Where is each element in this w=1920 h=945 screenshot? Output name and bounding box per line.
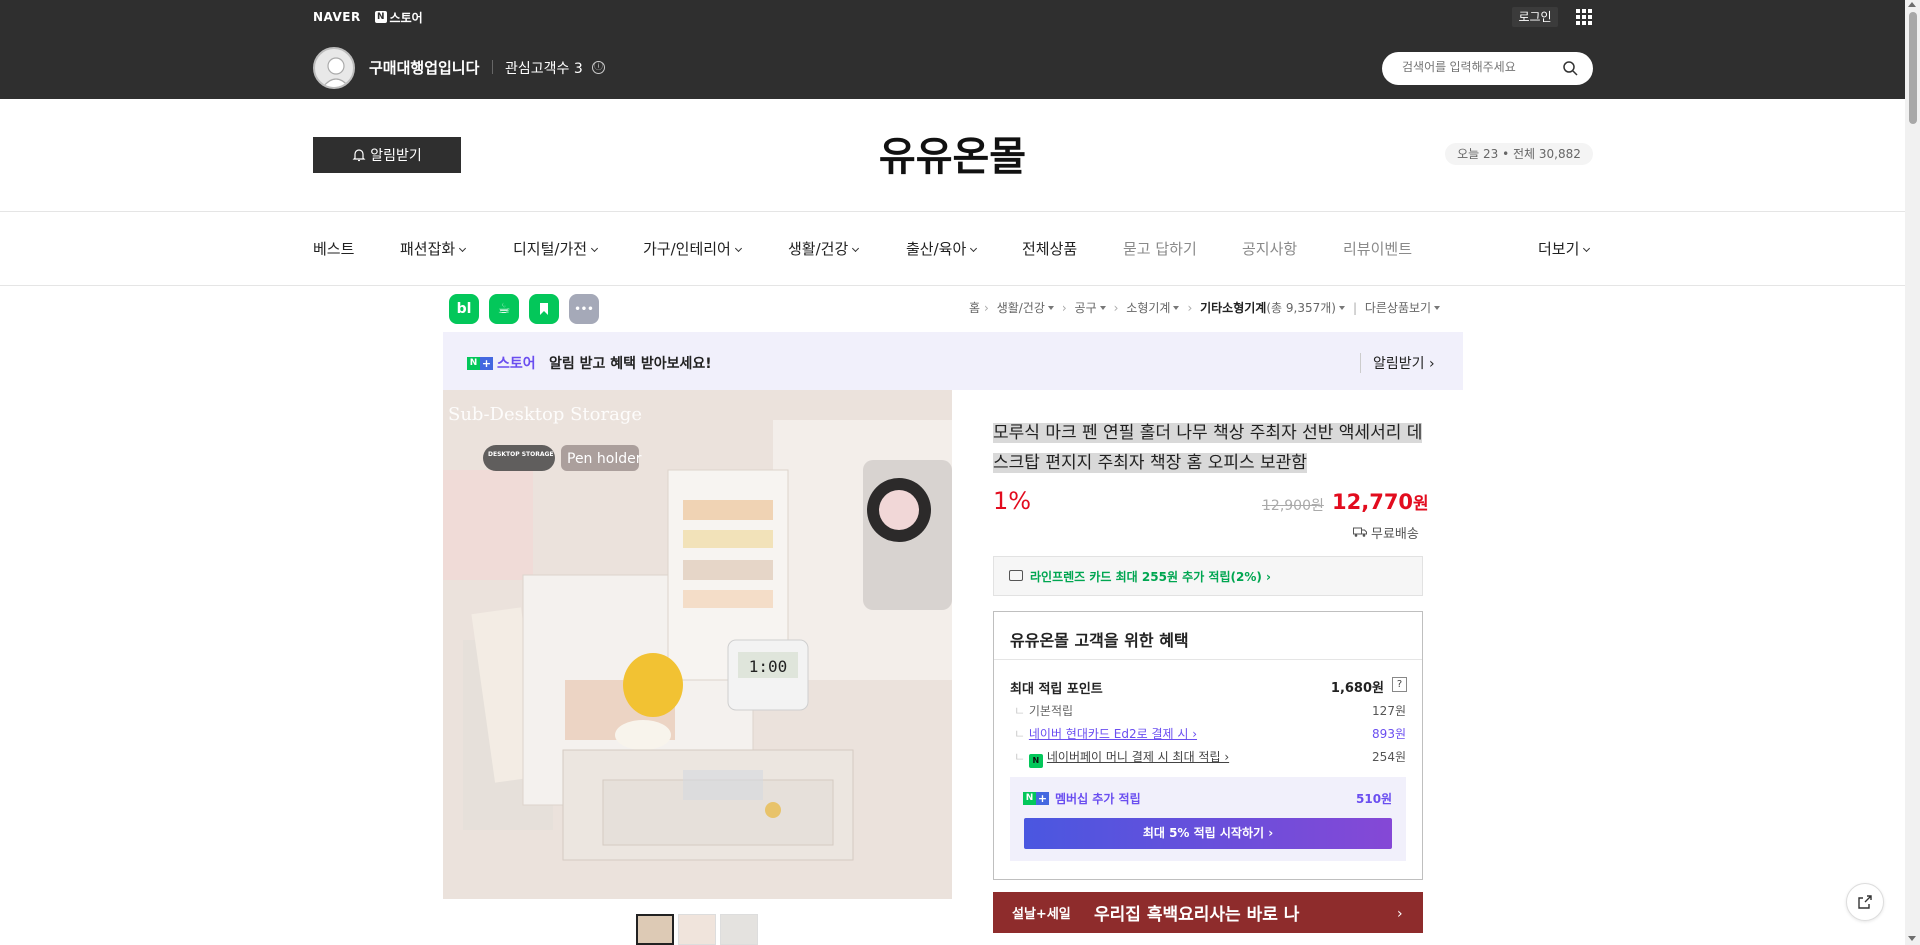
store-title[interactable]: 유유온몰 bbox=[0, 124, 1905, 182]
n-mark: N bbox=[1023, 792, 1036, 805]
membership-label: N + 멤버십 추가 적립 bbox=[1023, 790, 1141, 807]
breadcrumb: 홈 › 생활/건강 › 공구 › 소형기계 › 기타소형기계(총 9,357개) | 다른… bbox=[969, 299, 1444, 316]
nav-item-living[interactable]: 생활/건강 bbox=[788, 238, 860, 259]
card-icon bbox=[1009, 570, 1023, 581]
scrollbar-track[interactable] bbox=[1905, 0, 1920, 945]
scroll-down-icon[interactable] bbox=[1908, 936, 1916, 941]
more-options-icon[interactable]: ••• bbox=[569, 294, 599, 324]
breadcrumb-tools[interactable]: 공구 bbox=[1075, 301, 1097, 315]
search-input[interactable] bbox=[1402, 60, 1562, 74]
breadcrumb-living[interactable]: 생활/건강 bbox=[997, 301, 1045, 315]
nstore-label: 스토어 bbox=[389, 10, 423, 25]
max-points-label: 최대 적립 포인트 bbox=[1010, 682, 1103, 697]
nav-item-furniture[interactable]: 가구/인테리어 bbox=[643, 238, 742, 259]
blog-icon[interactable]: bl bbox=[449, 294, 479, 324]
login-button[interactable]: 로그인 bbox=[1512, 7, 1558, 27]
breadcrumb-other-products[interactable]: 다른상품보기 bbox=[1365, 301, 1431, 315]
breadcrumb-small-machines[interactable]: 소형기계 bbox=[1126, 301, 1170, 315]
shipping-info: 무료배송 bbox=[1353, 523, 1419, 542]
nav-item-qna[interactable]: 묻고 답하기 bbox=[1123, 238, 1197, 259]
nav-item-baby[interactable]: 출산/육아 bbox=[906, 238, 978, 259]
max-points-value: 1,680원 bbox=[1330, 681, 1384, 696]
naverpay-money-row[interactable]: ㄴ N 네이버페이 머니 결제 시 최대 적립 › bbox=[1014, 748, 1229, 768]
svg-text:Pen holder: Pen holder bbox=[567, 451, 642, 467]
nav-item-digital[interactable]: 디지털/가전 bbox=[513, 238, 599, 259]
breadcrumb-count: (총 9,357개) bbox=[1266, 301, 1336, 315]
benefit-title: 유유온몰 고객을 위한 혜택 bbox=[1010, 631, 1189, 650]
search-icon[interactable] bbox=[1562, 60, 1578, 76]
seller-avatar[interactable] bbox=[313, 47, 355, 89]
promo-store-label: 스토어 bbox=[497, 356, 536, 372]
thumbnail-strip bbox=[636, 914, 758, 945]
benefit-divider bbox=[994, 659, 1422, 660]
basic-points-value: 127원 bbox=[1372, 704, 1406, 718]
svg-text:1:00: 1:00 bbox=[749, 657, 788, 676]
breadcrumb-current[interactable]: 기타소형기계 bbox=[1200, 301, 1266, 315]
image-overlay-text: Sub-Desktop Storage bbox=[448, 404, 642, 425]
naverpay-money-value: 254원 bbox=[1372, 750, 1406, 764]
banner-chevron-icon: › bbox=[1397, 906, 1403, 922]
naver-logo[interactable]: NAVER bbox=[313, 10, 361, 24]
sale-price: 12,770원 bbox=[1332, 490, 1429, 514]
promo-alarm-link[interactable]: 알림받기 › bbox=[1360, 353, 1435, 373]
thumbnail-2[interactable] bbox=[678, 914, 716, 945]
npay-icon: N bbox=[1028, 754, 1043, 768]
promo-text: 알림 받고 혜택 받아보세요! bbox=[549, 356, 712, 372]
category-nav: 베스트 패션잡화 디지털/가전 가구/인테리어 생활/건강 출산/육아 전체상품… bbox=[313, 238, 1593, 258]
nav-item-notice[interactable]: 공지사항 bbox=[1242, 238, 1297, 259]
hyundai-card-row[interactable]: ㄴ 네이버 현대카드 Ed2로 결제 시 › bbox=[1014, 725, 1197, 742]
divider bbox=[492, 60, 493, 74]
banner-sale-label: 설날+세일 bbox=[1012, 907, 1071, 922]
nav-divider bbox=[0, 285, 1905, 286]
nav-item-fashion[interactable]: 패션잡화 bbox=[400, 238, 467, 259]
nav-item-best[interactable]: 베스트 bbox=[313, 238, 354, 259]
seller-name[interactable]: 구매대행업입니다 bbox=[369, 57, 479, 78]
nav-item-review-event[interactable]: 리뷰이벤트 bbox=[1343, 238, 1412, 259]
truck-icon bbox=[1353, 527, 1367, 537]
discount-rate: 1% bbox=[993, 487, 1032, 515]
basic-points-label: ㄴ 기본적립 bbox=[1014, 704, 1074, 718]
svg-text:DESKTOP STORAGE: DESKTOP STORAGE bbox=[488, 451, 554, 458]
apps-grid-icon[interactable] bbox=[1576, 9, 1592, 25]
thumbnail-3[interactable] bbox=[720, 914, 758, 945]
thumbnail-1[interactable] bbox=[636, 914, 674, 945]
visit-count-badge: 오늘 23 • 전체 30,882 bbox=[1445, 143, 1593, 165]
product-image[interactable]: 1:00 Sub-Desktop Storage DESKTOP STORAGE… bbox=[443, 390, 952, 899]
n-mark: N bbox=[467, 356, 480, 370]
nav-item-more[interactable]: 더보기 bbox=[1538, 238, 1591, 259]
scroll-up-icon[interactable] bbox=[1908, 2, 1916, 7]
cafe-icon[interactable]: ☕ bbox=[489, 294, 519, 324]
plus-mark: + bbox=[480, 356, 493, 370]
share-icon bbox=[1858, 895, 1872, 909]
nstore-promo-logo: N + 스토어 bbox=[467, 353, 536, 373]
scrollbar-thumb[interactable] bbox=[1909, 12, 1917, 124]
breadcrumb-home[interactable]: 홈 bbox=[969, 301, 980, 315]
nplus-mark: N bbox=[375, 11, 387, 23]
membership-value: 510원 bbox=[1356, 792, 1393, 806]
product-title: 모루식 마크 펜 연필 홀더 나무 책상 주최자 선반 액세서리 데스크탑 편지… bbox=[993, 423, 1423, 473]
info-icon[interactable]: ⓘ bbox=[592, 61, 605, 74]
card-offer-text[interactable]: 라인프렌즈 카드 최대 255원 추가 적립(2%) › bbox=[1030, 568, 1271, 585]
bookmark-icon[interactable] bbox=[529, 294, 559, 324]
membership-start-button[interactable]: 최대 5% 적립 시작하기 › bbox=[1024, 818, 1392, 849]
top-bar bbox=[0, 0, 1905, 99]
plus-mark: + bbox=[1036, 792, 1049, 805]
original-price: 12,900원 bbox=[1262, 498, 1324, 514]
share-button[interactable] bbox=[1846, 883, 1884, 921]
hyundai-card-value: 893원 bbox=[1372, 727, 1406, 741]
interest-count: 관심고객수 3 bbox=[505, 61, 583, 77]
nstore-logo[interactable]: N 스토어 bbox=[375, 10, 423, 25]
help-icon[interactable]: ? bbox=[1392, 677, 1407, 692]
banner-headline: 우리집 흑백요리사는 바로 나 bbox=[1094, 905, 1300, 925]
header-divider bbox=[0, 211, 1905, 212]
nav-item-all-products[interactable]: 전체상품 bbox=[1022, 238, 1077, 259]
